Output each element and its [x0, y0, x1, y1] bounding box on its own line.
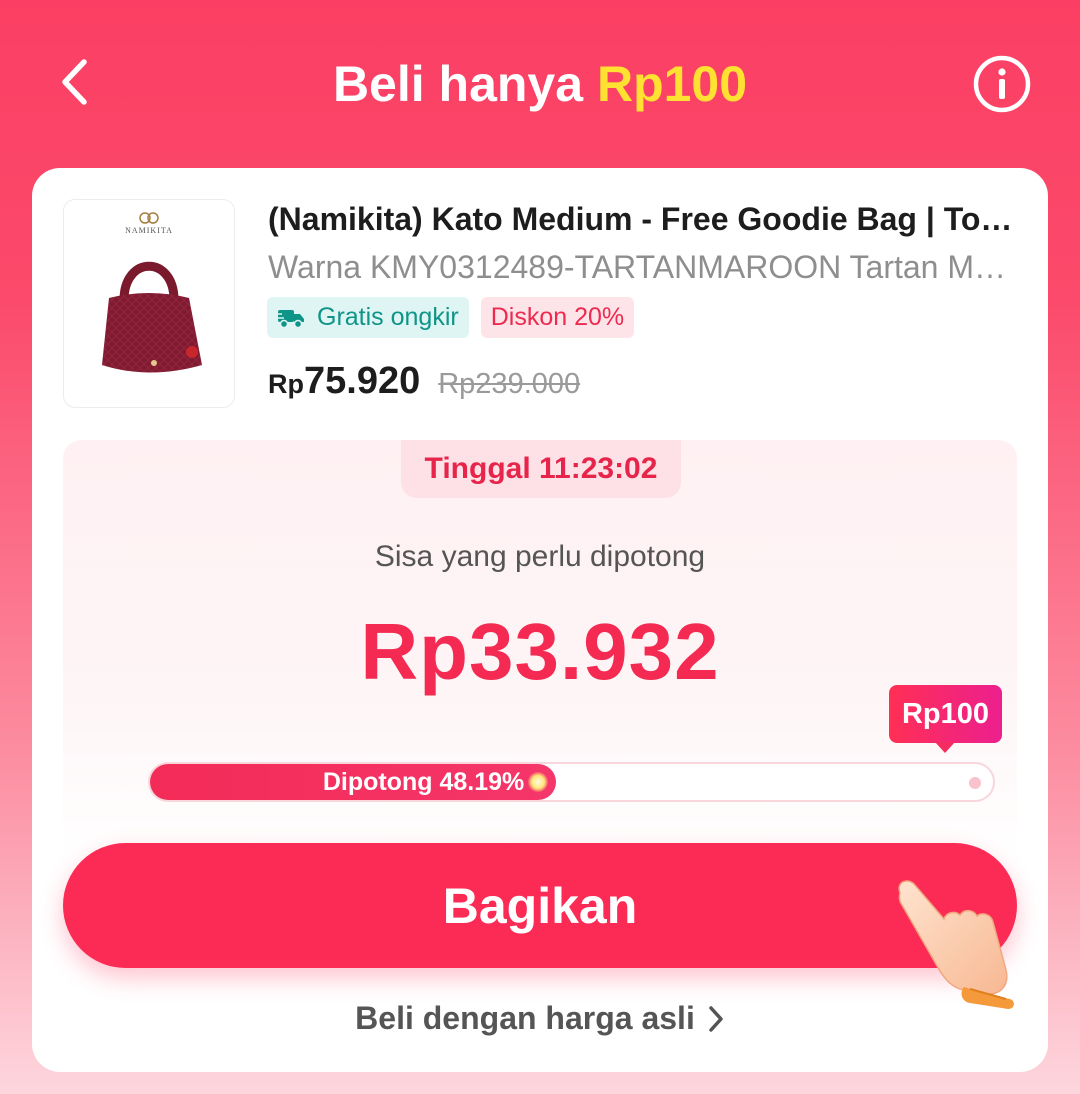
svg-text:NAMIKITA: NAMIKITA: [125, 226, 173, 235]
current-price: 75.920: [304, 360, 421, 402]
price-currency: Rp: [268, 369, 304, 399]
price-row: Rp 75.920 Rp239.000: [268, 360, 580, 403]
progress-glow: [528, 772, 549, 792]
countdown-timer: Tinggal 11:23:02: [401, 440, 681, 498]
product-tags: Gratis ongkir Diskon 20%: [267, 297, 635, 338]
product-name[interactable]: (Namikita) Kato Medium - Free Goodie Bag…: [268, 198, 1020, 240]
progress-fill: Dipotong 48.19%: [150, 764, 557, 800]
progress-end-dot: [969, 777, 981, 789]
remaining-amount: Rp33.932: [360, 607, 720, 696]
buy-original-label: Beli dengan harga asli: [355, 1000, 695, 1036]
progress-label: Dipotong 48.19%: [322, 768, 525, 796]
free-shipping-label: Gratis ongkir: [317, 303, 459, 331]
free-shipping-badge: Gratis ongkir: [267, 297, 469, 338]
share-button[interactable]: Bagikan: [63, 843, 1017, 968]
info-button[interactable]: [972, 54, 1032, 114]
target-price-label: Rp100: [901, 697, 990, 730]
original-price: Rp239.000: [438, 368, 581, 400]
truck-icon: [277, 307, 305, 329]
page-title: Beli hanya Rp100: [0, 52, 1080, 116]
bargain-panel: Tinggal 11:23:02 Sisa yang perlu dipoton…: [63, 440, 1017, 860]
title-prefix: Beli hanya: [332, 56, 584, 112]
chevron-right-icon: [709, 1005, 723, 1032]
bargain-card: NAMIKITA (Namikita) Kato Medium - Free G…: [32, 168, 1048, 1072]
top-bar: Beli hanya Rp100: [0, 0, 1080, 168]
product-variant: Warna KMY0312489-TARTANMAROON Tartan Mar…: [268, 249, 1020, 285]
remaining-label: Sisa yang perlu dipotong: [374, 540, 706, 573]
progress-bar: Dipotong 48.19%: [148, 762, 995, 802]
buy-original-price-link[interactable]: Beli dengan harga asli: [32, 1000, 1048, 1037]
title-price: Rp100: [596, 56, 748, 112]
product-image[interactable]: NAMIKITA: [63, 199, 235, 408]
target-price-bubble: Rp100: [889, 685, 1002, 753]
info-icon: [973, 55, 1031, 113]
discount-badge: Diskon 20%: [480, 297, 635, 338]
brand-logo: NAMIKITA: [125, 212, 173, 235]
